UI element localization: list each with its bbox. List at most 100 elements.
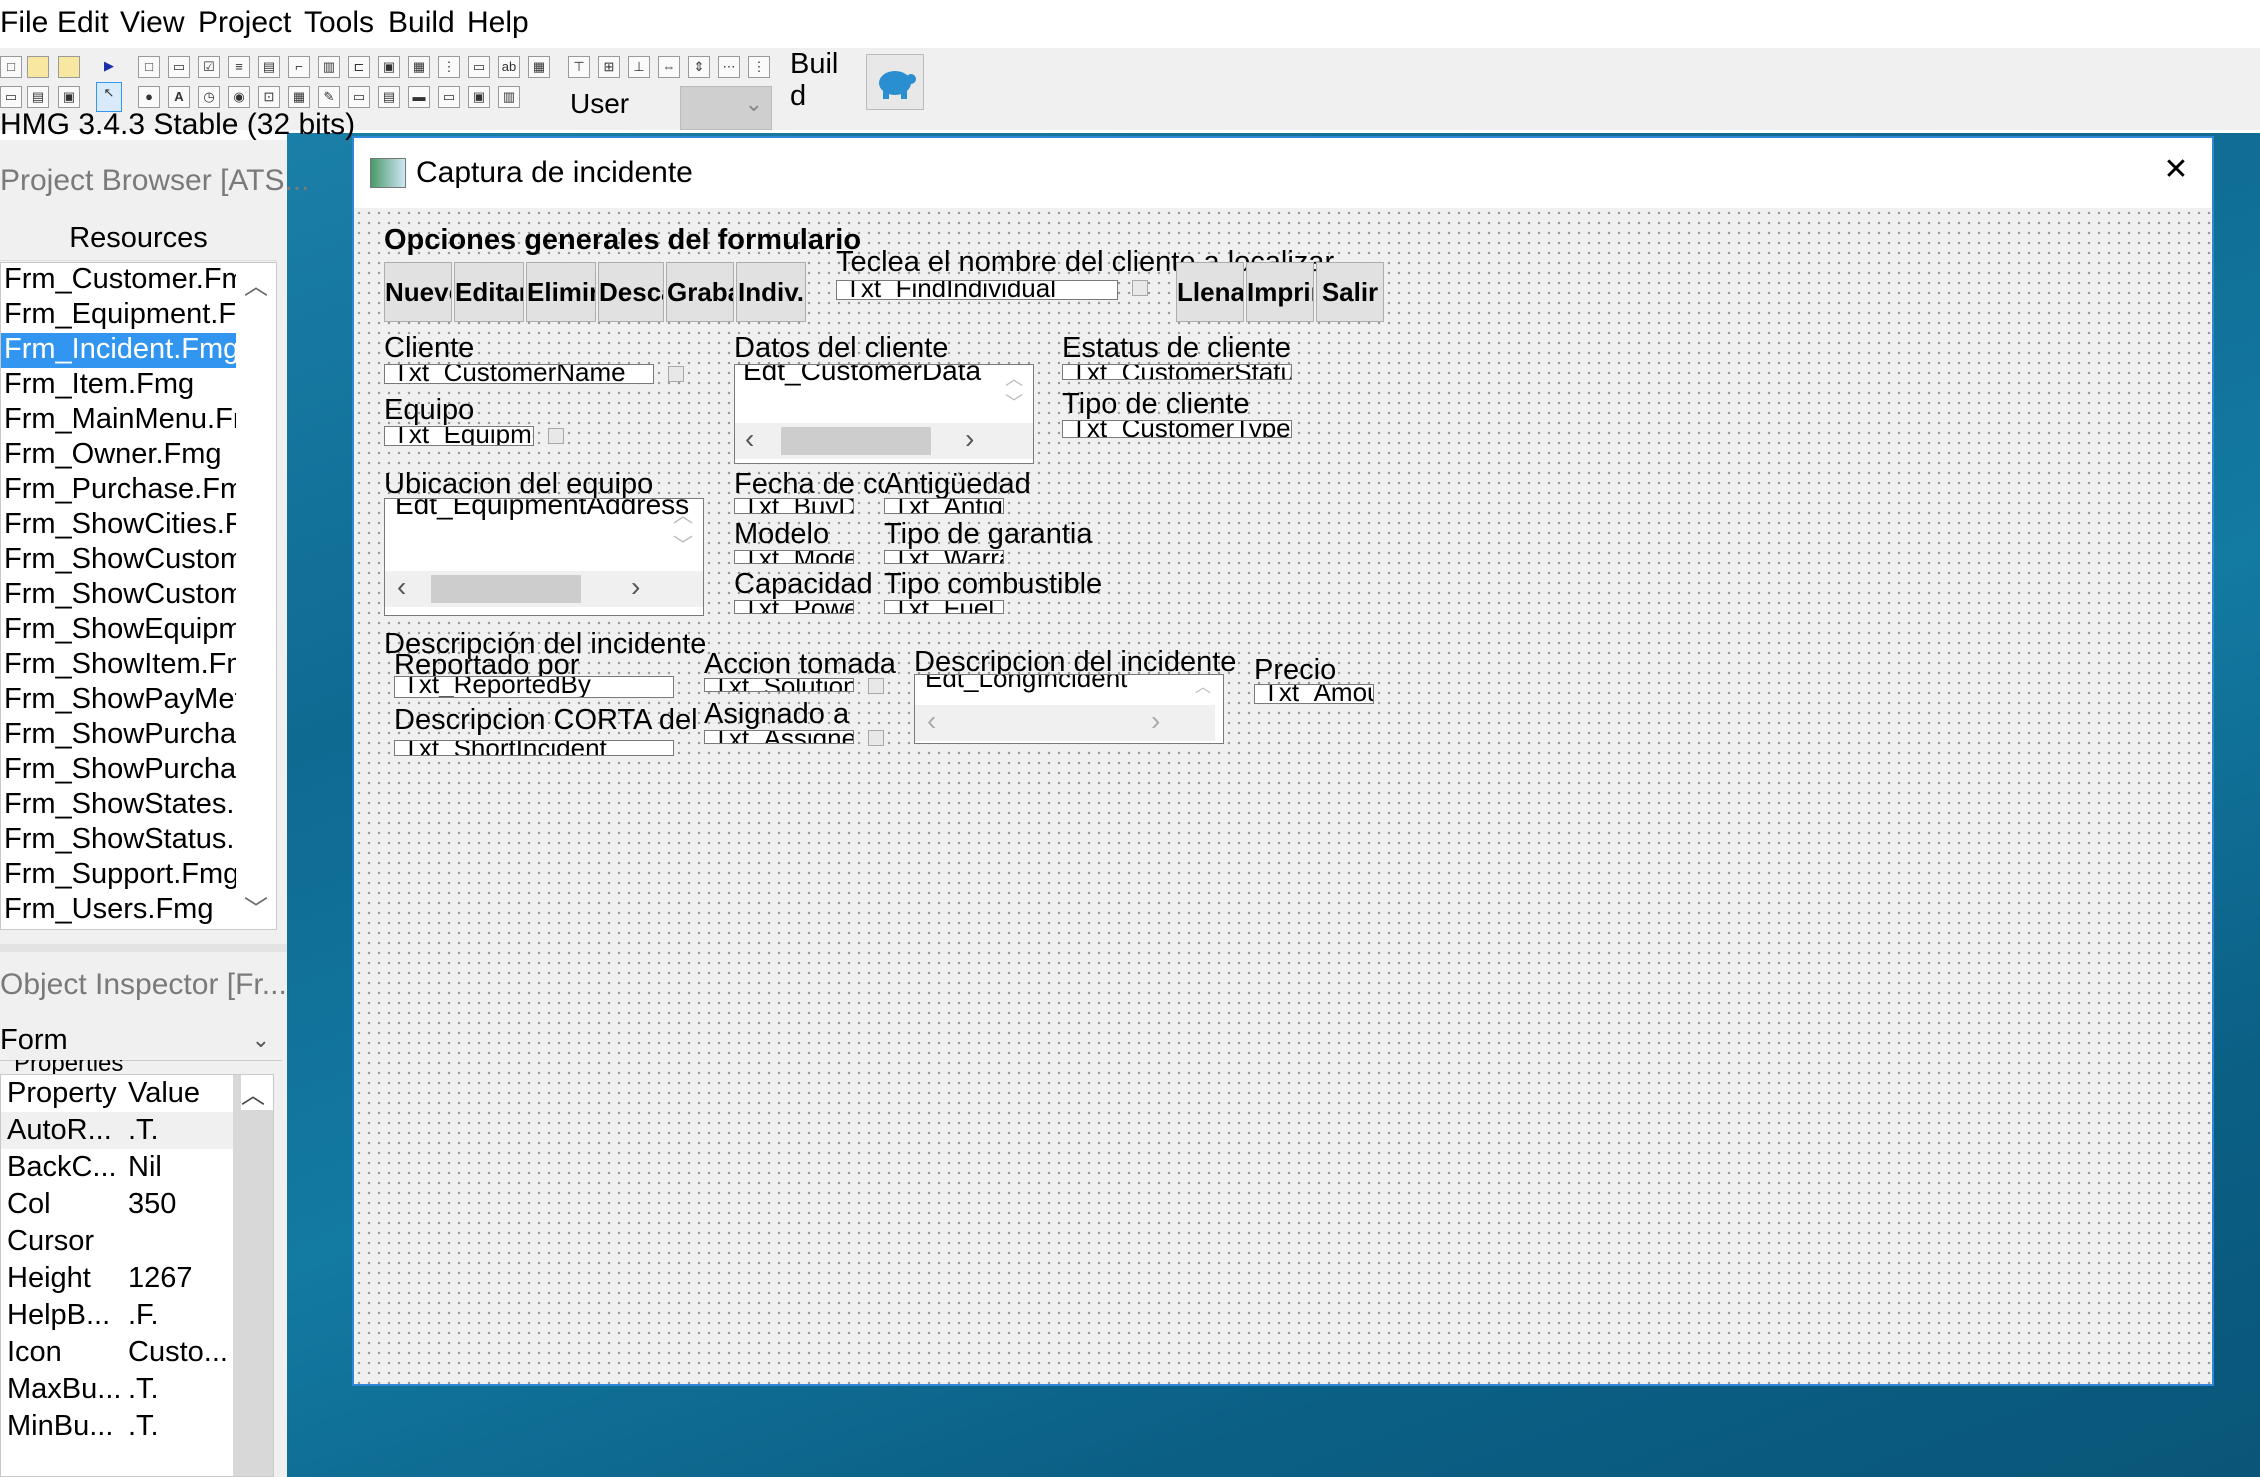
long-incident-edit[interactable]: Edt_LongIncident ︿ ‹ › [914,674,1224,744]
table-row[interactable]: HelpB... .F. [1,1297,233,1334]
control-tab-icon[interactable]: ▣ [378,56,400,78]
list-item[interactable]: Frm_ShowStates.Fmg [1,788,236,823]
assigned-input[interactable]: Txt_Assigned [704,730,854,744]
control-timer-icon[interactable]: ◷ [198,86,220,108]
list-item[interactable]: Frm_ShowPurchase.Fmg [1,718,236,753]
label-accion-tomada[interactable]: Accion tomada [704,648,904,680]
scroll-left-icon[interactable]: ‹ [927,705,936,737]
list-item[interactable]: Frm_Users.Fmg [1,893,236,928]
control-date-icon[interactable]: ⌐ [288,56,310,78]
list-item[interactable]: Frm_ShowCustomer.Fmg [1,543,236,578]
property-value[interactable]: Nil [122,1149,233,1186]
customer-type-input[interactable]: Txt_CustomerType [1062,420,1292,438]
control-frame-icon[interactable]: ⊏ [348,56,370,78]
control-textbox-icon[interactable]: ab [498,56,520,78]
label-capacidad[interactable]: Capacidad [734,568,884,600]
new-file-icon[interactable]: □ [0,56,22,78]
label-opciones[interactable]: Opciones generales del formulario [384,224,874,258]
label-estatus-cliente[interactable]: Estatus de cliente [1062,332,1302,364]
label-tipo-combustible[interactable]: Tipo combustible [884,568,1124,600]
control-activex-icon[interactable]: ● [138,86,160,108]
property-value[interactable]: 350 [122,1186,233,1223]
property-value[interactable] [122,1223,233,1260]
control-slider-icon[interactable]: ▭ [438,86,460,108]
align-middle-icon[interactable]: ⊞ [598,56,620,78]
fuel-input[interactable]: Txt_Fuel [884,600,1004,614]
scroll-down-icon[interactable]: ﹀ [673,529,693,558]
space-horizontal-icon[interactable]: ⋯ [718,56,740,78]
table-row[interactable]: Height 1267 [1,1260,233,1297]
control-edit-icon[interactable]: ▭ [468,56,490,78]
scroll-up-icon[interactable]: ︿ [673,499,693,528]
individual-button[interactable]: Indiv. [736,262,806,322]
label-tipo-cliente[interactable]: Tipo de cliente [1062,388,1262,420]
menu-view[interactable]: View [120,6,184,40]
label-reportado-por[interactable]: Reportado por [394,654,584,676]
control-radio-icon[interactable]: ◉ [228,86,250,108]
scroll-right-icon[interactable]: › [1151,705,1160,737]
control-combo-icon[interactable]: ▤ [258,56,280,78]
customer-status-input[interactable]: Txt_CustomerStatus [1062,364,1292,380]
property-value[interactable]: .T. [122,1112,233,1149]
module-icon[interactable]: ▣ [58,86,80,108]
table-row[interactable]: Icon Custo... [1,1334,233,1371]
equipment-toggle[interactable] [548,428,564,444]
control-monthcal-icon[interactable]: ▦ [528,56,550,78]
antiquity-input[interactable]: Txt_Antiquity [884,498,1004,514]
align-top-icon[interactable]: ⊤ [568,56,590,78]
control-spinner-icon[interactable]: ⊡ [258,86,280,108]
find-toggle[interactable] [1132,280,1148,296]
resources-scrollbar[interactable]: ︿ ﹀ [238,264,274,928]
scroll-up-icon[interactable]: ︿ [244,266,268,301]
same-height-icon[interactable]: ⇕ [688,56,710,78]
window-icon[interactable]: ▭ [0,86,22,108]
equipment-address-edit[interactable]: Edt_EquipmentAddress ︿ ﹀ ‹ › [384,498,704,616]
label-asignado[interactable]: Asignado a [704,698,854,730]
run-icon[interactable]: ▶ [98,56,120,78]
scroll-thumb[interactable] [781,427,931,455]
label-precio[interactable]: Precio [1254,654,1374,686]
buy-date-input[interactable]: Txt_BuyDate [734,498,854,514]
save-icon[interactable] [58,56,80,78]
list-item[interactable]: Frm_ShowPurchase.Fmg [1,753,236,788]
control-toolbar-icon[interactable]: ▭ [348,86,370,108]
delete-button[interactable]: Eliminar [526,262,596,322]
control-checkbox-icon[interactable]: ☑ [198,56,220,78]
list-item[interactable]: Frm_ShowCustomer.Fmg [1,578,236,613]
list-item[interactable]: Frm_ShowCities.Fmg [1,508,236,543]
new-button[interactable]: Nuevo [384,262,452,322]
list-item[interactable]: Frm_Equipment.Fmg [1,298,236,333]
label-descripcion-corta[interactable]: Descripcion CORTA del incidente [394,704,699,740]
list-item[interactable]: Frm_ShowStatus.Fmg [1,823,236,858]
scroll-right-icon[interactable]: › [965,423,974,455]
customer-data-edit[interactable]: Edt_CustomerData ︿ ﹀ ‹ › [734,364,1034,464]
label-modelo[interactable]: Modelo [734,518,854,550]
property-value[interactable]: Custo... [122,1334,233,1371]
solution-toggle[interactable] [868,678,884,694]
list-item[interactable]: Frm_ShowItem.Fmg [1,648,236,683]
table-row[interactable]: MaxBu... .T. [1,1371,233,1408]
object-selector[interactable]: Form ⌄ [0,1020,282,1061]
menu-build[interactable]: Build [388,6,455,40]
list-item[interactable]: Frm_Customer.Fmg [1,263,236,298]
control-grid-icon[interactable]: ▥ [318,56,340,78]
control-button-icon[interactable]: ▭ [168,56,190,78]
turtle-icon[interactable] [866,54,924,110]
control-label-text-icon[interactable]: A [168,86,190,108]
edit-button[interactable]: Editar [454,262,524,322]
align-bottom-icon[interactable]: ⊥ [628,56,650,78]
label-datos-cliente[interactable]: Datos del cliente [734,332,954,364]
scroll-down-icon[interactable]: ﹀ [1005,389,1023,415]
label-fecha-compra[interactable]: Fecha de compra [734,468,884,500]
table-row[interactable]: BackC... Nil [1,1149,233,1186]
short-incident-input[interactable]: Txt_ShortIncident [394,740,674,756]
list-item[interactable]: Frm_Purchase.Fmg [1,473,236,508]
open-folder-icon[interactable] [27,56,49,78]
print-button[interactable]: Imprimir [1246,262,1314,322]
scroll-left-icon[interactable]: ‹ [397,571,406,603]
menu-help[interactable]: Help [467,6,529,40]
label-ubicacion[interactable]: Ubicacion del equipo [384,468,674,500]
control-hyperlink-icon[interactable]: ▥ [498,86,520,108]
label-cliente[interactable]: Cliente [384,332,484,364]
resources-header[interactable]: Resources [0,216,277,261]
